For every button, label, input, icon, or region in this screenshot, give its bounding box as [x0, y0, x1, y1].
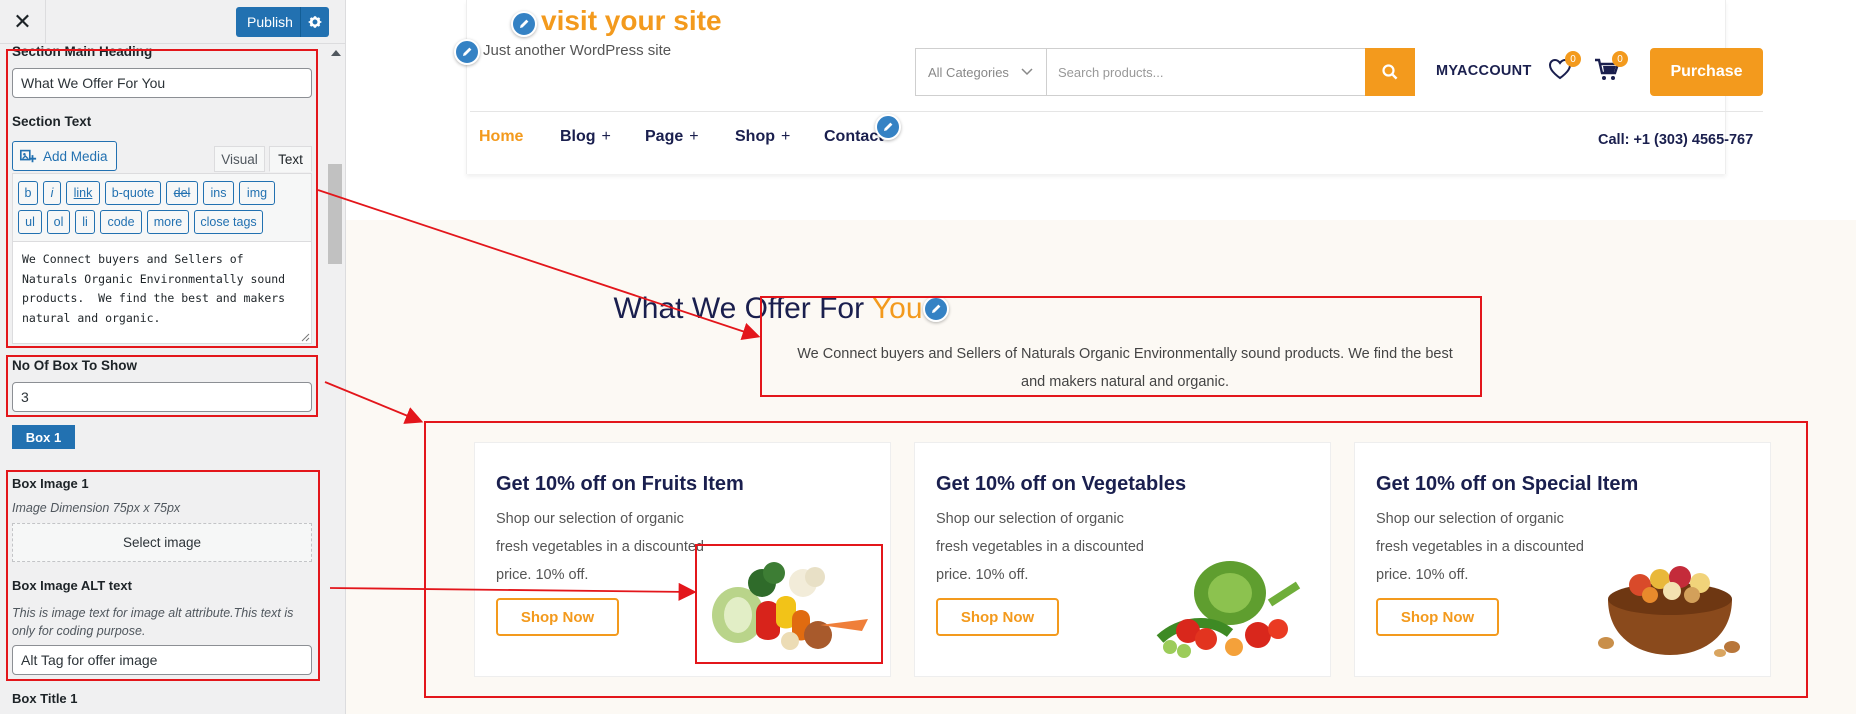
edit-menu-shortcut[interactable] [875, 114, 901, 140]
nav-item-page[interactable]: Page + [645, 128, 699, 146]
annotation-box-box-image [6, 470, 320, 681]
scroll-up-arrow-icon[interactable] [331, 50, 341, 56]
nav-item-label: Blog [560, 128, 596, 145]
cart-count-badge: 0 [1612, 51, 1628, 67]
sidebar-scroll-thumb[interactable] [328, 164, 342, 264]
close-icon: ✕ [13, 9, 32, 34]
pencil-icon [463, 47, 472, 56]
nav-item-label: Home [479, 128, 524, 145]
site-tagline: Just another WordPress site [483, 42, 672, 59]
category-select[interactable]: All Categories [915, 48, 1047, 96]
cart-button[interactable]: 0 [1593, 51, 1628, 87]
annotation-box-no-of-box [6, 355, 318, 417]
nav-item-label: Shop [735, 128, 775, 145]
call-number: Call: +1 (303) 4565-767 [1598, 132, 1754, 148]
pencil-icon [884, 122, 893, 131]
publish-button[interactable]: Publish [236, 7, 329, 37]
site-title[interactable]: visit your site [541, 5, 722, 37]
search-icon [1382, 64, 1398, 80]
nav-item-label: Page [645, 128, 684, 145]
wishlist-count-badge: 0 [1565, 51, 1581, 67]
pencil-icon [520, 19, 529, 28]
annotation-box-card-image [695, 544, 883, 664]
nav-plus-icon: + [689, 128, 699, 145]
edit-title-shortcut[interactable] [511, 11, 537, 37]
publish-label: Publish [247, 14, 293, 30]
header-divider [470, 111, 1763, 112]
category-select-value: All Categories [928, 64, 1009, 80]
wishlist-button[interactable]: 0 [1547, 51, 1581, 87]
chevron-down-icon [1021, 68, 1033, 76]
customizer-header: ✕ Publish [0, 0, 345, 44]
annotation-box-offer-cards [424, 421, 1808, 698]
nav-plus-icon: + [601, 128, 611, 145]
box-title-label: Box Title 1 [12, 691, 78, 706]
publish-settings-button[interactable] [300, 7, 329, 37]
purchase-button[interactable]: Purchase [1650, 48, 1763, 96]
search-button[interactable] [1365, 48, 1415, 96]
sidebar-scrollbar[interactable] [327, 46, 344, 714]
annotation-box-offer-heading [760, 296, 1482, 397]
edit-tagline-shortcut[interactable] [454, 39, 480, 65]
close-customizer-button[interactable]: ✕ [0, 0, 46, 44]
annotation-box-section-text [6, 49, 318, 348]
gear-icon [308, 16, 322, 28]
nav-item-blog[interactable]: Blog + [560, 128, 611, 146]
nav-item-home[interactable]: Home [479, 128, 523, 146]
nav-item-shop[interactable]: Shop + [735, 128, 790, 146]
box-1-button[interactable]: Box 1 [12, 425, 75, 449]
nav-plus-icon: + [781, 128, 791, 145]
myaccount-link[interactable]: MYACCOUNT [1436, 63, 1532, 79]
search-input[interactable]: Search products... [1046, 48, 1366, 96]
